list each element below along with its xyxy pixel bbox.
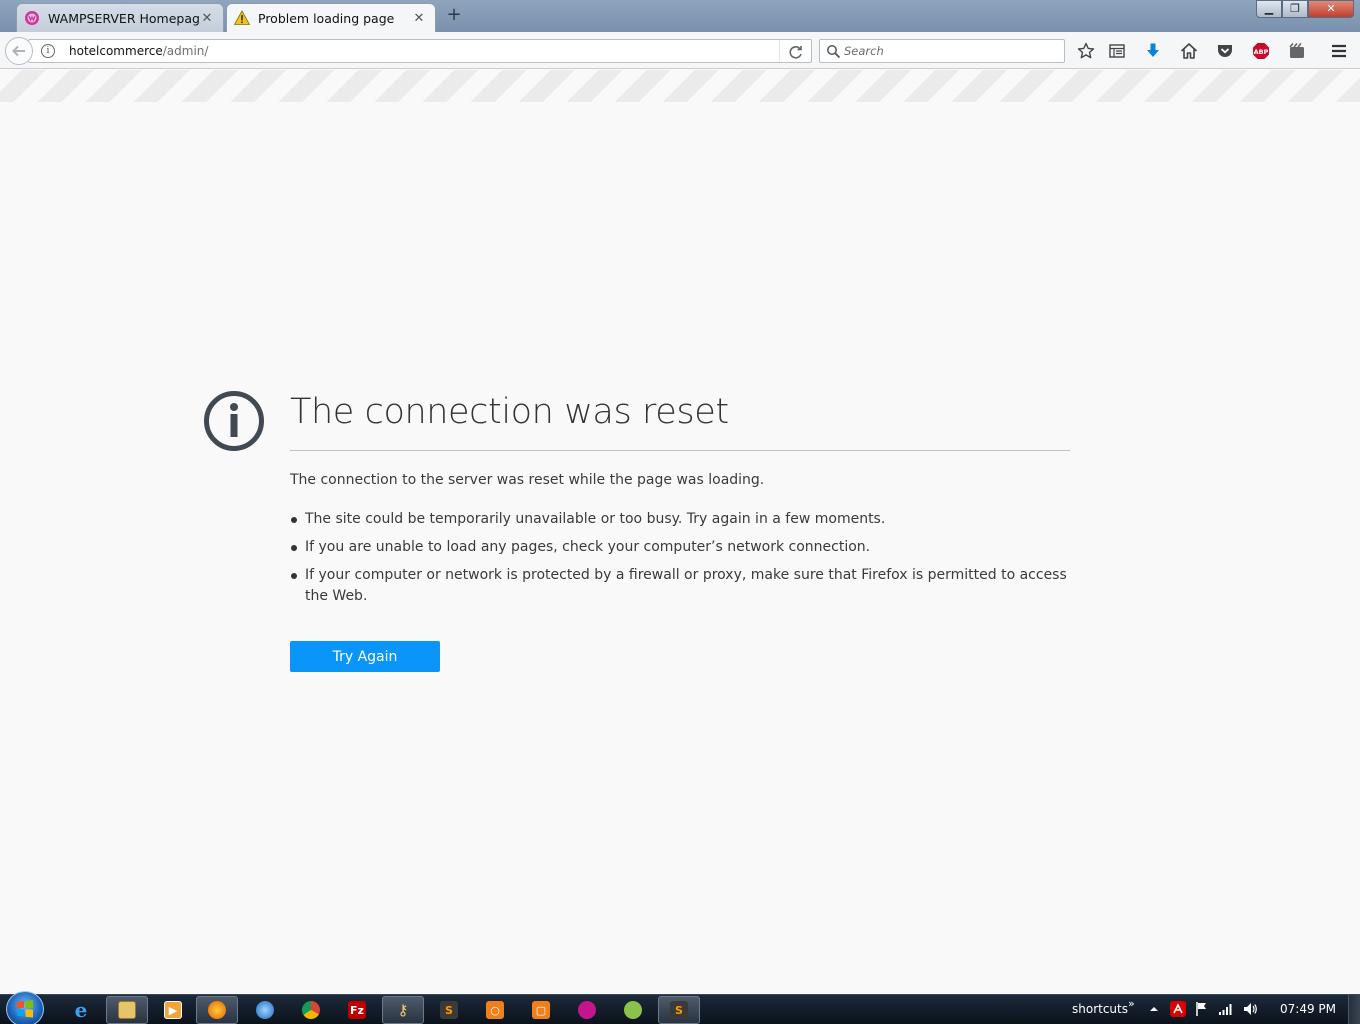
screenshot-button[interactable] [1286, 40, 1308, 62]
thunderbird-icon [256, 1001, 274, 1019]
taskbar-firefox[interactable] [196, 996, 238, 1024]
error-stripes-banner [0, 70, 1360, 102]
chrome-icon [302, 1001, 320, 1019]
adblock-label: ABP [1254, 48, 1269, 56]
internet-explorer-icon: e [74, 998, 88, 1022]
tab-problem-loading-page[interactable]: Problem loading page ✕ [226, 3, 436, 32]
taskbar-internet-explorer[interactable]: e [60, 996, 102, 1024]
avira-icon[interactable] [1170, 1001, 1186, 1017]
system-clock[interactable]: 07:49 PM [1280, 1002, 1336, 1016]
sublime-icon: S [440, 1001, 458, 1019]
taskbar-thunderbird[interactable] [244, 996, 286, 1024]
app-orange-icon: ○ [486, 1001, 504, 1019]
window-controls: ▁ ❐ ✕ [1256, 0, 1354, 18]
back-button[interactable] [5, 37, 33, 65]
close-tab-icon[interactable]: ✕ [411, 11, 427, 26]
error-suggestions: The site could be temporarily unavailabl… [290, 509, 1070, 614]
tab-wampserver-homepage[interactable]: WAMPSERVER Homepage ✕ [16, 3, 224, 32]
back-icon [12, 45, 25, 57]
url-text[interactable]: hotelcommerce/admin/ [69, 44, 208, 58]
navigation-toolbar: i hotelcommerce/admin/ Search ABP [0, 32, 1360, 69]
pocket-icon [1218, 45, 1232, 57]
suggestion-item: If your computer or network is protected… [290, 565, 1070, 607]
file-explorer-icon [118, 1001, 136, 1019]
info-icon[interactable]: i [41, 44, 55, 58]
taskbar-media-player[interactable]: ▶ [152, 996, 194, 1024]
suggestion-item: The site could be temporarily unavailabl… [290, 509, 1070, 530]
chevron-right-icon[interactable]: » [1128, 997, 1135, 1010]
new-tab-button[interactable]: + [444, 5, 464, 25]
adblock-icon: ABP [1253, 43, 1269, 59]
windows-logo-icon [17, 1000, 33, 1018]
app-orange2-icon: ▢ [532, 1001, 550, 1019]
firefox-icon [208, 1001, 226, 1019]
close-tab-icon[interactable]: ✕ [199, 11, 215, 26]
error-page: The connection was reset The connection … [0, 102, 1360, 994]
shortcuts-toolbar-label[interactable]: shortcuts [1072, 1002, 1128, 1016]
wamp-icon [578, 1001, 596, 1019]
search-input[interactable] [844, 42, 1054, 60]
taskbar-chrome[interactable] [290, 996, 332, 1024]
network-signal-icon[interactable] [1218, 1001, 1234, 1017]
taskbar-keys-app[interactable]: ⚷ [382, 996, 424, 1024]
filezilla-icon: Fz [348, 1001, 366, 1019]
reading-list-button[interactable] [1106, 40, 1128, 62]
try-again-button[interactable]: Try Again [290, 641, 440, 672]
wampserver-icon [25, 11, 39, 25]
keys-icon: ⚷ [397, 1001, 409, 1019]
download-icon [1147, 43, 1159, 57]
menu-icon [1332, 44, 1346, 58]
warning-icon [234, 10, 250, 25]
search-icon [827, 45, 841, 59]
close-window-button[interactable]: ✕ [1308, 0, 1354, 18]
minimize-button[interactable]: ▁ [1256, 0, 1282, 18]
taskbar: e ▶ Fz ⚷ S ○ ▢ S shortcuts » 07:49 PM [0, 991, 1360, 1024]
error-description: The connection to the server was reset w… [290, 472, 765, 488]
taskbar-file-explorer[interactable] [106, 996, 148, 1024]
action-center-flag-icon[interactable] [1194, 1001, 1210, 1017]
bookmark-star-icon [1077, 42, 1095, 59]
media-player-icon: ▶ [164, 1001, 182, 1019]
screenshot-icon [1289, 42, 1304, 58]
reload-icon[interactable] [787, 43, 805, 61]
menu-button[interactable] [1328, 40, 1350, 62]
titlebar: WAMPSERVER Homepage ✕ Problem loading pa… [0, 0, 1360, 32]
reading-list-icon [1109, 44, 1125, 58]
taskbar-sublime[interactable]: S [428, 996, 470, 1024]
taskbar-filezilla[interactable]: Fz [336, 996, 378, 1024]
bookmark-star-button[interactable] [1075, 40, 1097, 62]
taskbar-app-orange[interactable]: ○ [474, 996, 516, 1024]
search-bar[interactable] [819, 39, 1065, 63]
restore-button[interactable]: ❐ [1282, 0, 1308, 18]
tab-title: WAMPSERVER Homepage [48, 10, 199, 26]
taskbar-wamp[interactable] [566, 996, 608, 1024]
info-circle-icon [204, 391, 264, 451]
tray-expand-icon[interactable] [1146, 1001, 1162, 1017]
pocket-button[interactable] [1214, 40, 1236, 62]
error-title: The connection was reset [290, 392, 729, 432]
title-divider [290, 450, 1070, 451]
taskbar-android[interactable] [612, 996, 654, 1024]
downloads-button[interactable] [1142, 40, 1164, 62]
taskbar-app-orange2[interactable]: ▢ [520, 996, 562, 1024]
url-path: /admin/ [162, 44, 209, 58]
tab-title: Problem loading page [258, 10, 395, 26]
adblock-button[interactable]: ABP [1250, 40, 1272, 62]
start-button[interactable] [6, 991, 44, 1024]
show-desktop-button[interactable] [1348, 995, 1360, 1024]
sublime2-icon: S [670, 1001, 688, 1019]
home-button[interactable] [1178, 40, 1200, 62]
url-separator [779, 40, 780, 62]
home-icon [1180, 43, 1198, 59]
url-host: hotelcommerce [69, 44, 163, 58]
suggestion-item: If you are unable to load any pages, che… [290, 537, 1070, 558]
url-bar[interactable]: i hotelcommerce/admin/ [28, 39, 812, 63]
volume-icon[interactable] [1242, 1001, 1258, 1017]
android-icon [624, 1001, 642, 1019]
taskbar-sublime-2[interactable]: S [658, 996, 700, 1024]
